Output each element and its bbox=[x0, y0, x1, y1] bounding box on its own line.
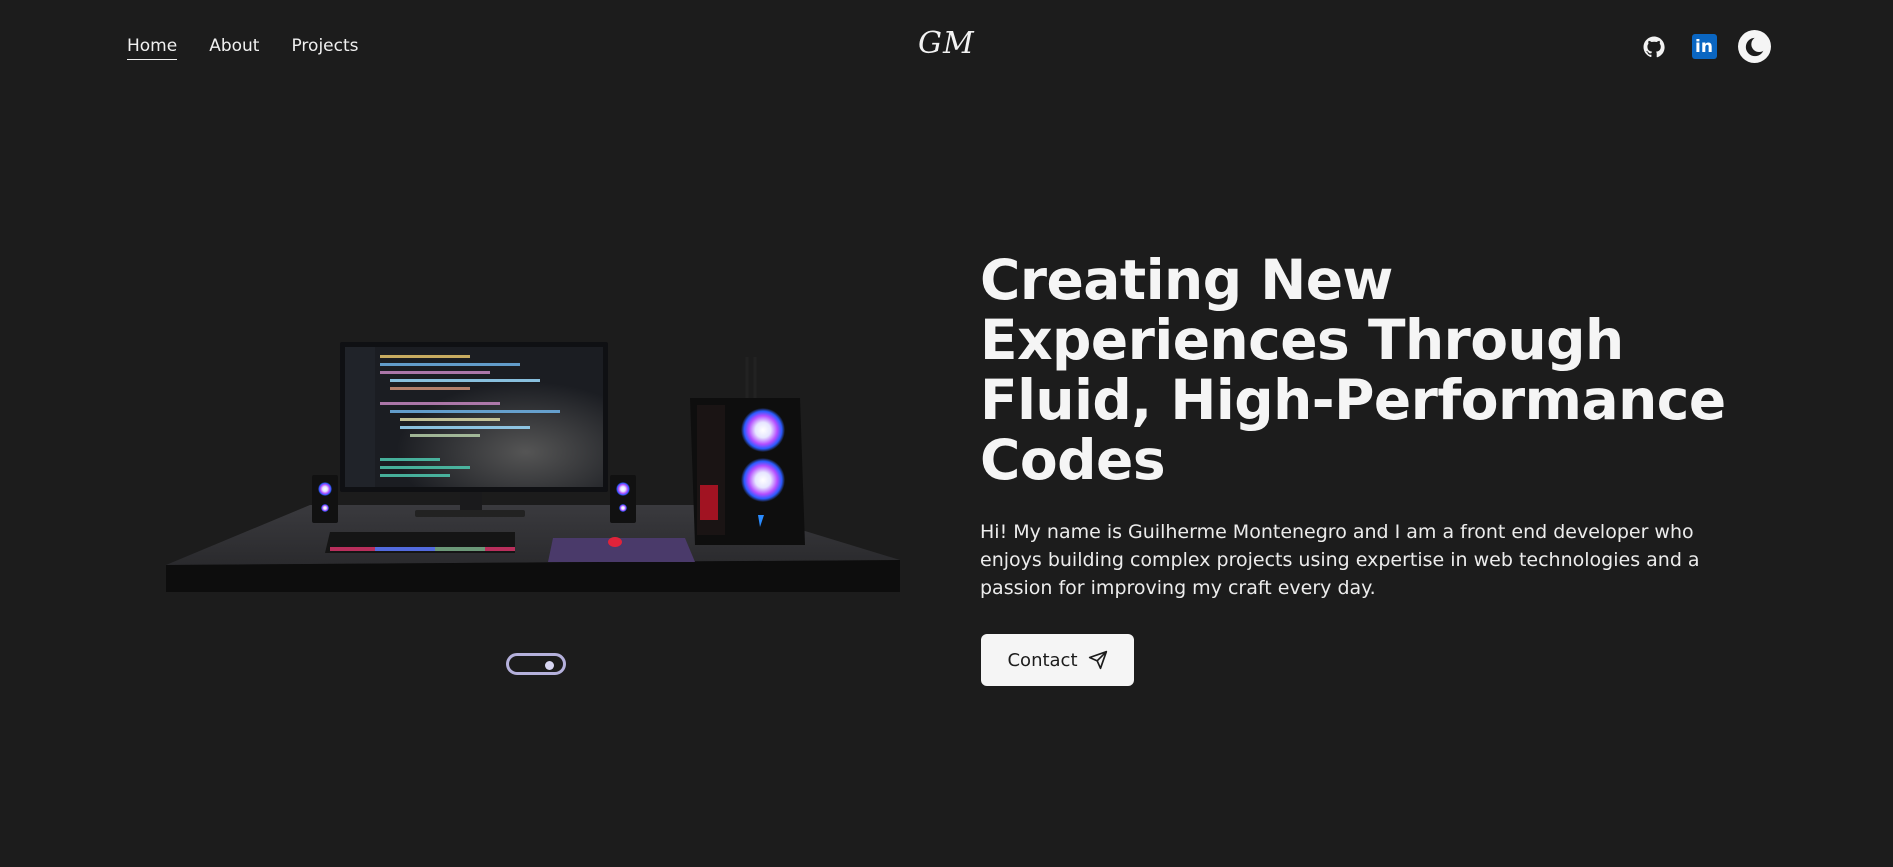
page: Home About Projects GM in Creating New E… bbox=[0, 0, 1893, 867]
linkedin-badge: in bbox=[1691, 34, 1717, 59]
scroll-indicator-dot bbox=[545, 661, 554, 670]
nav-home-link[interactable]: Home bbox=[127, 33, 178, 60]
contact-button[interactable]: Contact bbox=[981, 634, 1134, 686]
scroll-indicator[interactable] bbox=[506, 653, 566, 675]
social-links: in bbox=[1638, 30, 1771, 63]
theme-toggle-button[interactable] bbox=[1738, 30, 1771, 63]
contact-button-label: Contact bbox=[1007, 649, 1078, 671]
moon-icon bbox=[1745, 35, 1766, 56]
site-logo[interactable]: GM bbox=[918, 26, 975, 61]
hero-headline: Creating New Experiences Through Fluid, … bbox=[980, 248, 1726, 492]
github-icon[interactable] bbox=[1638, 31, 1670, 63]
hero-intro: Hi! My name is Guilherme Montenegro and … bbox=[980, 521, 1700, 599]
send-icon bbox=[1088, 650, 1107, 670]
linkedin-icon[interactable]: in bbox=[1688, 31, 1720, 63]
nav-projects-link[interactable]: Projects bbox=[291, 33, 358, 60]
nav-about-link[interactable]: About bbox=[209, 33, 259, 60]
desk-setup-illustration bbox=[166, 342, 900, 592]
main-nav: Home About Projects bbox=[127, 33, 359, 60]
